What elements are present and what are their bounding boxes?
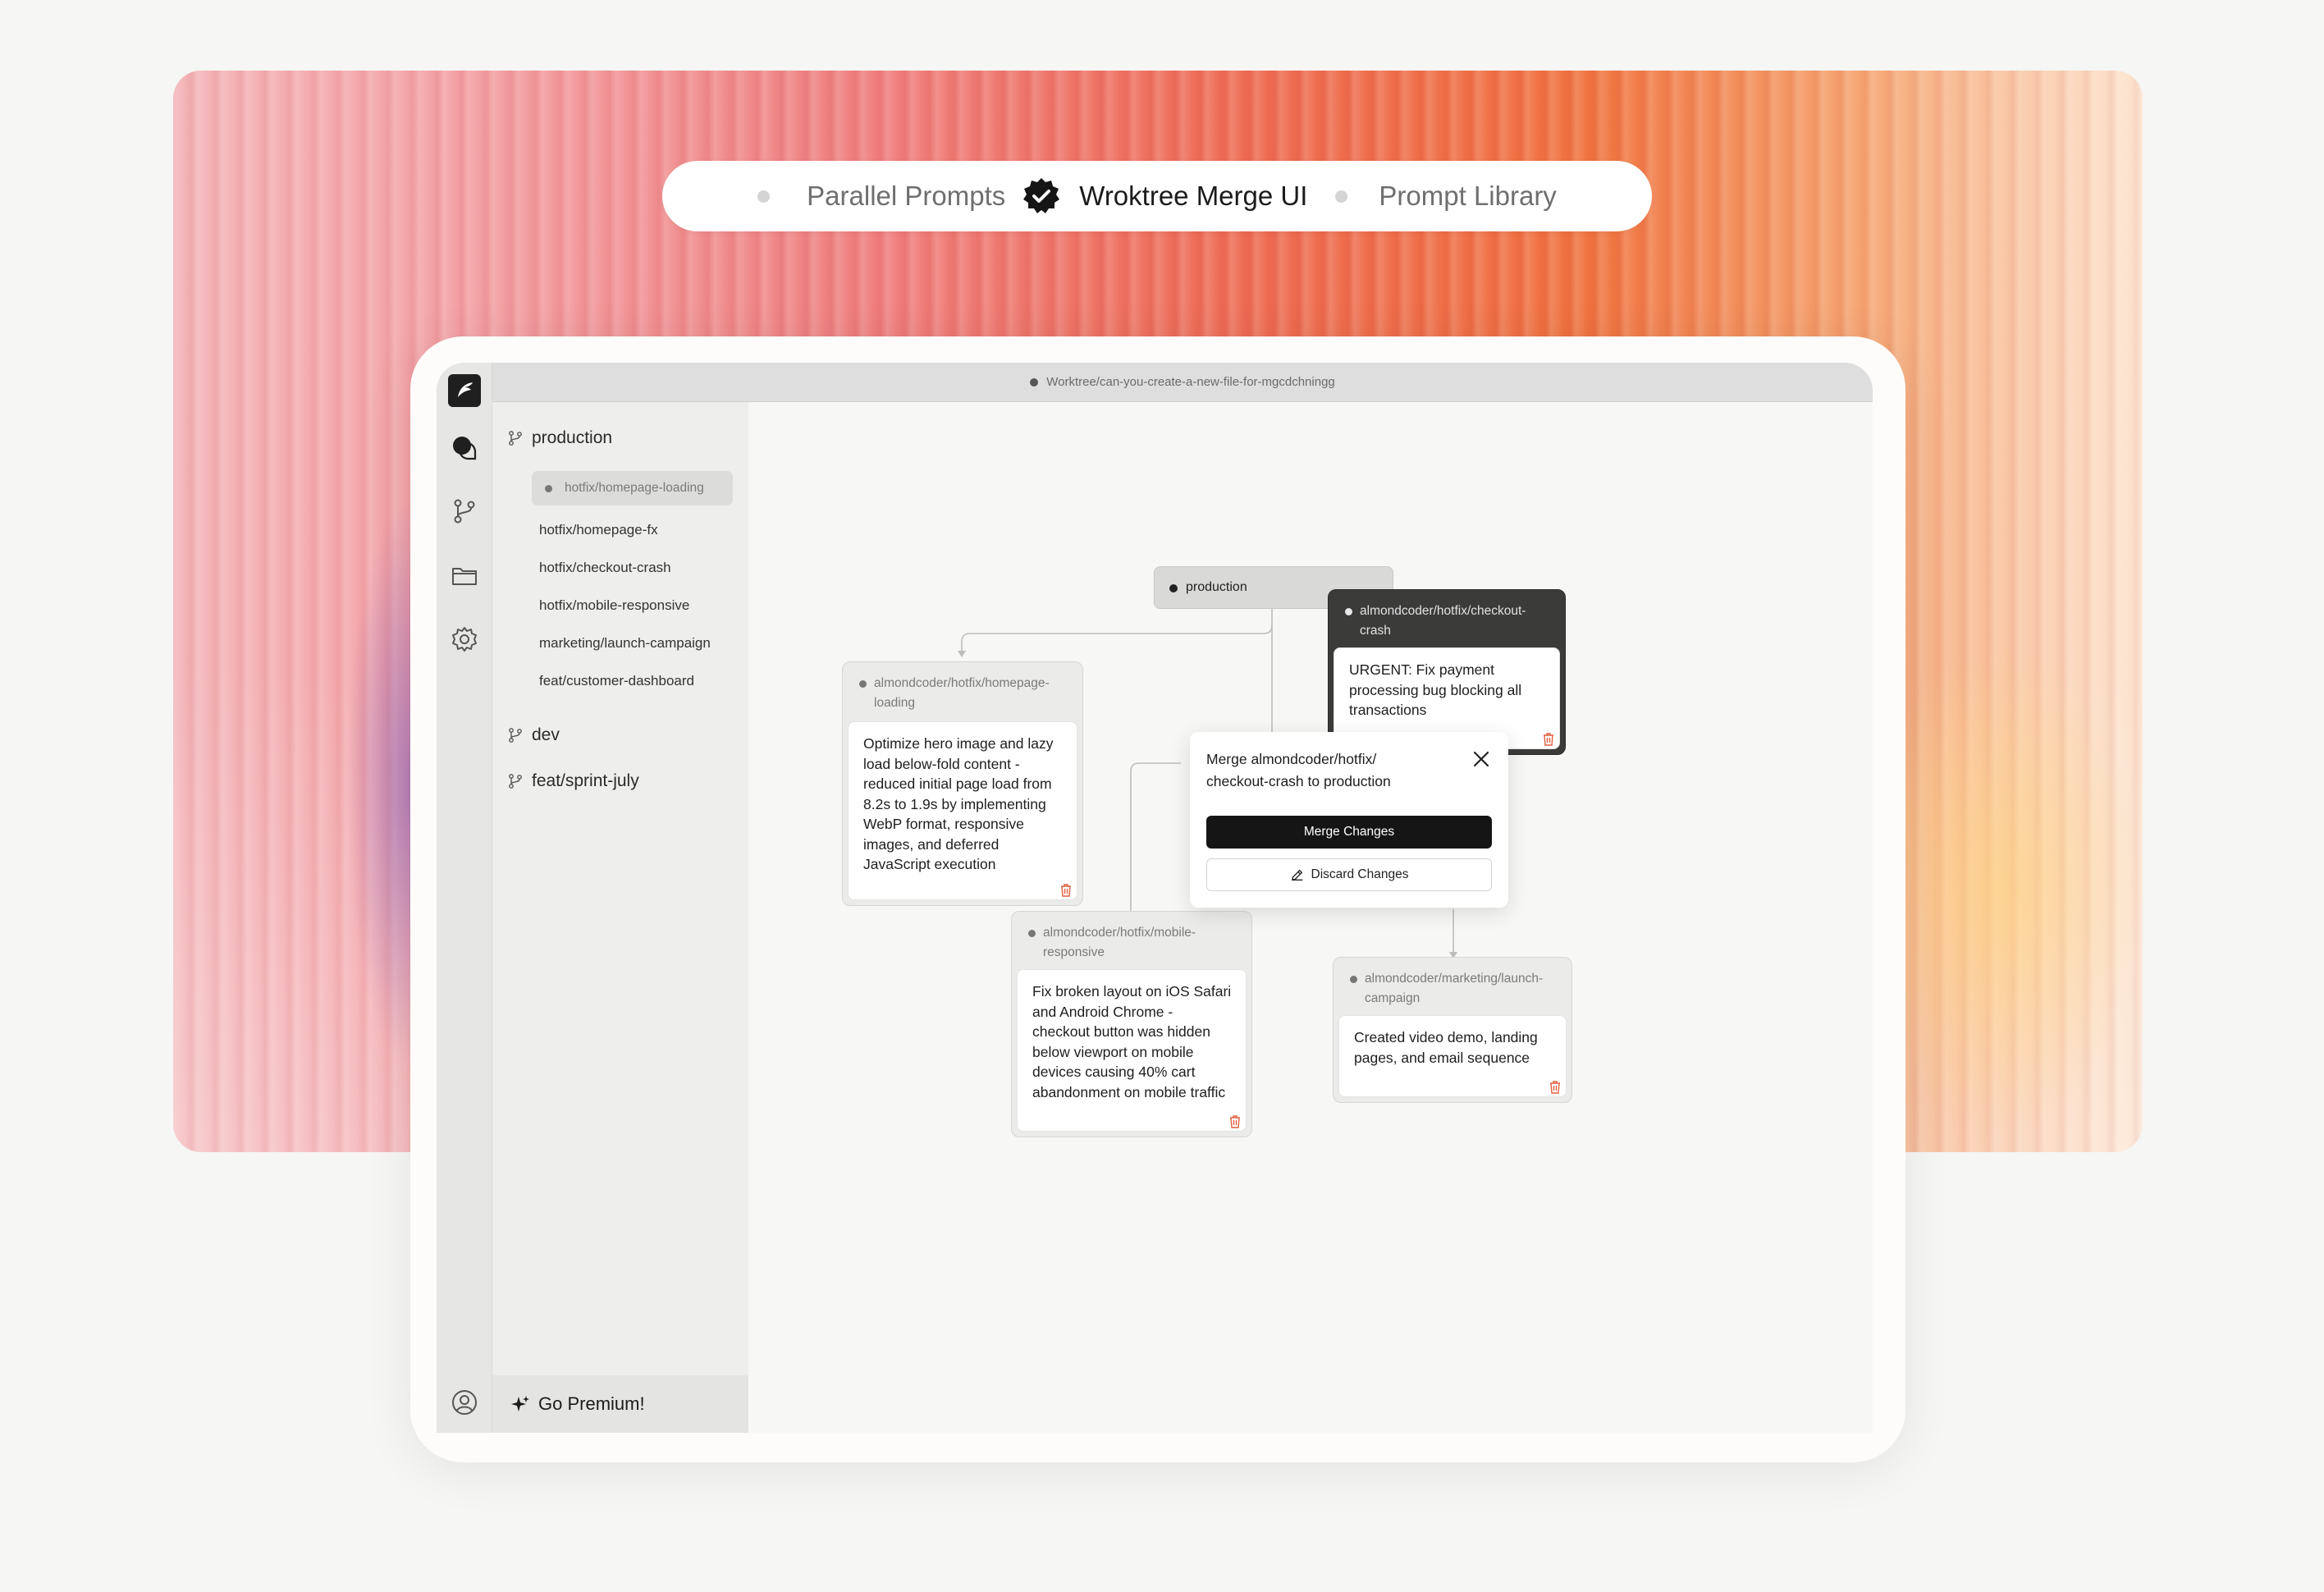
- arrow-head: [958, 651, 966, 657]
- leaf-logo-icon: [458, 382, 473, 397]
- discard-label: Discard Changes: [1311, 867, 1409, 881]
- node-dot: [859, 680, 867, 688]
- branch-icon: [509, 774, 522, 789]
- trash-icon[interactable]: [1227, 1114, 1243, 1130]
- node-dot: [1350, 976, 1357, 983]
- app-logo[interactable]: [448, 374, 481, 407]
- merge-changes-button[interactable]: Merge Changes: [1206, 816, 1492, 849]
- sidebar-item-feat-customer-dashboard[interactable]: feat/customer-dashboard: [539, 673, 694, 689]
- branch-icon[interactable]: [451, 497, 478, 525]
- selected-dot: [545, 485, 552, 492]
- close-icon[interactable]: [1471, 748, 1492, 770]
- node-checkout-crash[interactable]: almondcoder/hotfix/checkout-crash URGENT…: [1328, 589, 1566, 755]
- pencil-icon: [1291, 869, 1302, 881]
- sparkle-icon: [511, 1396, 529, 1411]
- node-branch-label: almondcoder/marketing/launch-campaign: [1350, 969, 1562, 1009]
- sidebar-item-hotfix-homepage-loading[interactable]: hotfix/homepage-loading: [532, 471, 733, 506]
- tab-prompt-library[interactable]: Prompt Library: [1335, 181, 1557, 212]
- premium-label: Go Premium!: [538, 1393, 645, 1414]
- edge-to-mobile-responsive: [1130, 762, 1181, 911]
- graph-connectors: [958, 596, 1457, 958]
- node-launch-campaign[interactable]: almondcoder/marketing/launch-campaign Cr…: [1333, 957, 1572, 1103]
- branch-label: feat/sprint-july: [532, 771, 639, 790]
- tab-dot: [1335, 190, 1348, 203]
- app-window: Worktree/can-you-create-a-new-file-for-m…: [437, 363, 1873, 1433]
- node-dot: [1028, 930, 1036, 937]
- node-description: Created video demo, landing pages, and e…: [1338, 1015, 1567, 1097]
- trash-icon[interactable]: [1547, 1079, 1563, 1096]
- folder-icon[interactable]: [451, 561, 478, 589]
- sidebar-item-hotfix-checkout-crash[interactable]: hotfix/checkout-crash: [539, 560, 671, 576]
- window-title: Worktree/can-you-create-a-new-file-for-m…: [1046, 375, 1335, 389]
- trash-icon[interactable]: [1058, 882, 1074, 899]
- sidebar-item-marketing-launch-campaign[interactable]: marketing/launch-campaign: [539, 635, 711, 652]
- trash-icon[interactable]: [1540, 731, 1557, 748]
- graph-canvas: production almondcoder/hotfix/homepage-l…: [748, 402, 1873, 1433]
- tab-dot: [757, 190, 771, 203]
- discard-changes-button[interactable]: Discard Changes: [1206, 858, 1492, 891]
- go-premium-button[interactable]: Go Premium!: [492, 1375, 748, 1433]
- gear-icon[interactable]: [451, 625, 478, 653]
- node-description: Optimize hero image and lazy load below-…: [848, 721, 1077, 900]
- node-branch-label: almondcoder/hotfix/mobile-responsive: [1028, 923, 1242, 963]
- sidebar-item-hotfix-mobile-responsive[interactable]: hotfix/mobile-responsive: [539, 597, 689, 614]
- node-dot: [1345, 608, 1352, 615]
- merge-dialog-title: Merge almondcoder/hotfix/ checkout-crash…: [1206, 751, 1391, 789]
- sidebar-branch-production[interactable]: production: [507, 428, 612, 448]
- edge-production-homepage: [961, 609, 1273, 651]
- icon-rail: [437, 363, 492, 1433]
- node-branch-label: almondcoder/hotfix/homepage-loading: [859, 674, 1073, 713]
- tab-label: Parallel Prompts: [807, 181, 1006, 211]
- merge-dialog: Merge almondcoder/hotfix/ checkout-crash…: [1190, 732, 1508, 908]
- branch-label: dev: [532, 725, 560, 744]
- tab-worktree-merge-ui[interactable]: Wroktree Merge UI: [1022, 176, 1307, 216]
- node-description: Fix broken layout on iOS Safari and Andr…: [1017, 969, 1247, 1132]
- tab-label: Prompt Library: [1379, 181, 1557, 211]
- sidebar-item-hotfix-homepage-fx[interactable]: hotfix/homepage-fx: [539, 522, 658, 538]
- node-dot: [1169, 584, 1178, 592]
- window-title-bar: Worktree/can-you-create-a-new-file-for-m…: [492, 363, 1873, 402]
- chat-icon[interactable]: [451, 434, 478, 462]
- node-mobile-responsive[interactable]: almondcoder/hotfix/mobile-responsive Fix…: [1011, 911, 1252, 1137]
- tab-label: Wroktree Merge UI: [1079, 181, 1308, 211]
- node-label: production: [1186, 580, 1247, 594]
- sidebar-item-label: hotfix/homepage-loading: [565, 481, 704, 495]
- branch-icon: [509, 431, 522, 446]
- user-icon[interactable]: [451, 1388, 478, 1416]
- sidebar-branch-dev[interactable]: dev: [507, 725, 560, 745]
- branch-icon: [509, 728, 522, 743]
- feature-tabs: Parallel Prompts Wroktree Merge UI Promp…: [662, 161, 1652, 231]
- verified-badge-icon: [1023, 178, 1060, 213]
- branch-label: production: [532, 428, 613, 447]
- sidebar-branch-feat-sprint-july[interactable]: feat/sprint-july: [507, 771, 639, 791]
- title-dot: [1030, 377, 1039, 387]
- branch-sidebar: production hotfix/homepage-loading hotfi…: [492, 402, 748, 1433]
- node-branch-label: almondcoder/hotfix/checkout-crash: [1345, 602, 1555, 641]
- tab-parallel-prompts[interactable]: Parallel Prompts: [757, 181, 1005, 212]
- node-homepage-loading[interactable]: almondcoder/hotfix/homepage-loading Opti…: [842, 661, 1083, 906]
